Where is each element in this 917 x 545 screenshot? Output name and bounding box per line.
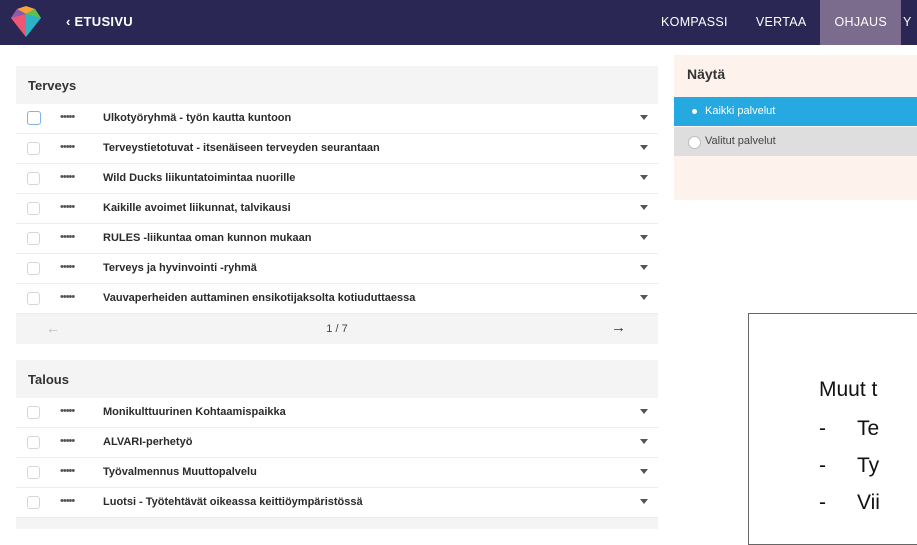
- select-checkbox[interactable]: [27, 111, 41, 125]
- option-label: Valitut palvelut: [705, 135, 776, 147]
- option-selected-services[interactable]: Valitut palvelut: [674, 127, 917, 156]
- section-title: Talous: [28, 372, 69, 387]
- service-title[interactable]: Vauvaperheiden auttaminen ensikotijaksol…: [103, 292, 415, 304]
- list-item[interactable]: ••••• Ulkotyöryhmä - työn kautta kuntoon: [16, 104, 658, 134]
- radio-selected-icon[interactable]: [692, 109, 697, 114]
- next-page-arrow-icon[interactable]: →: [611, 319, 626, 336]
- radio-unselected-icon[interactable]: [688, 136, 701, 149]
- rating-dots: •••••: [60, 231, 75, 243]
- select-checkbox[interactable]: [27, 232, 40, 245]
- top-navigation-bar: ‹ ETUSIVU KOMPASSI VERTAA OHJAUS Y: [0, 0, 917, 45]
- select-checkbox[interactable]: [27, 496, 40, 509]
- expand-caret-icon[interactable]: [640, 439, 648, 444]
- select-checkbox[interactable]: [27, 202, 40, 215]
- service-title[interactable]: Wild Ducks liikuntatoimintaa nuorille: [103, 172, 295, 184]
- list-item[interactable]: ••••• RULES -liikuntaa oman kunnon mukaa…: [16, 224, 658, 254]
- expand-caret-icon[interactable]: [640, 175, 648, 180]
- select-checkbox[interactable]: [27, 172, 40, 185]
- list-dash: -: [819, 491, 826, 514]
- expand-caret-icon[interactable]: [640, 499, 648, 504]
- service-title[interactable]: Monikulttuurinen Kohtaamispaikka: [103, 406, 286, 418]
- service-title[interactable]: Työvalmennus Muuttopalvelu: [103, 466, 257, 478]
- rating-dots: •••••: [60, 405, 75, 417]
- rating-dots: •••••: [60, 291, 75, 303]
- nav-y[interactable]: Y: [901, 0, 917, 45]
- list-item[interactable]: ••••• Luotsi - Työtehtävät oikeassa keit…: [16, 488, 658, 518]
- list-item[interactable]: ••••• Työvalmennus Muuttopalvelu: [16, 458, 658, 488]
- list-item[interactable]: ••••• Kaikille avoimet liikunnat, talvik…: [16, 194, 658, 224]
- overlay-list-item: - Te: [819, 417, 879, 441]
- select-checkbox[interactable]: [27, 436, 40, 449]
- list-item[interactable]: ••••• Terveys ja hyvinvointi -ryhmä: [16, 254, 658, 284]
- option-all-services[interactable]: Kaikki palvelut: [674, 97, 917, 126]
- service-title[interactable]: Kaikille avoimet liikunnat, talvikausi: [103, 202, 291, 214]
- overlay-list-item: - Vii: [819, 491, 880, 515]
- list-item[interactable]: ••••• ALVARI-perhetyö: [16, 428, 658, 458]
- rating-dots: •••••: [60, 111, 75, 123]
- list-item[interactable]: ••••• Wild Ducks liikuntatoimintaa nuori…: [16, 164, 658, 194]
- list-text: Ty: [857, 454, 880, 477]
- service-title[interactable]: ALVARI-perhetyö: [103, 436, 192, 448]
- rating-dots: •••••: [60, 465, 75, 477]
- expand-caret-icon[interactable]: [640, 235, 648, 240]
- service-title[interactable]: Terveystietotuvat - itsenäiseen terveyde…: [103, 142, 380, 154]
- show-filter-title: Näytä: [687, 66, 726, 82]
- rating-dots: •••••: [60, 435, 75, 447]
- service-title[interactable]: Ulkotyöryhmä - työn kautta kuntoon: [103, 112, 291, 124]
- rating-dots: •••••: [60, 201, 75, 213]
- expand-caret-icon[interactable]: [640, 409, 648, 414]
- nav-kompassi[interactable]: KOMPASSI: [647, 0, 742, 45]
- show-filter-panel: Näytä Kaikki palvelut Valitut palvelut: [674, 55, 917, 200]
- expand-caret-icon[interactable]: [640, 265, 648, 270]
- expand-caret-icon[interactable]: [640, 295, 648, 300]
- rating-dots: •••••: [60, 171, 75, 183]
- kompassi-logo-icon[interactable]: [8, 4, 44, 40]
- list-dash: -: [819, 454, 826, 477]
- nav-ohjaus[interactable]: OHJAUS: [820, 0, 901, 45]
- section-talous: Talous ••••• Monikulttuurinen Kohtaamisp…: [16, 360, 658, 529]
- rating-dots: •••••: [60, 495, 75, 507]
- expand-caret-icon[interactable]: [640, 145, 648, 150]
- rating-dots: •••••: [60, 261, 75, 273]
- overlay-list-item: - Ty: [819, 454, 879, 478]
- nav-vertaa[interactable]: VERTAA: [742, 0, 821, 45]
- pagination: ← 1 / 7 →: [16, 314, 658, 344]
- select-checkbox[interactable]: [27, 406, 40, 419]
- expand-caret-icon[interactable]: [640, 115, 648, 120]
- select-checkbox[interactable]: [27, 466, 40, 479]
- main-nav: KOMPASSI VERTAA OHJAUS Y: [647, 0, 917, 45]
- expand-caret-icon[interactable]: [640, 205, 648, 210]
- list-item[interactable]: ••••• Terveystietotuvat - itsenäiseen te…: [16, 134, 658, 164]
- overlay-text-box: Muut t - Te - Ty - Vii: [748, 313, 917, 545]
- select-checkbox[interactable]: [27, 262, 40, 275]
- list-text: Vii: [857, 491, 880, 514]
- list-text: Te: [857, 417, 880, 440]
- section-title: Terveys: [28, 78, 77, 93]
- list-dash: -: [819, 417, 826, 440]
- expand-caret-icon[interactable]: [640, 469, 648, 474]
- page-indicator: 1 / 7: [326, 323, 348, 335]
- service-title[interactable]: Luotsi - Työtehtävät oikeassa keittiöymp…: [103, 496, 363, 508]
- service-title[interactable]: Terveys ja hyvinvointi -ryhmä: [103, 262, 257, 274]
- select-checkbox[interactable]: [27, 292, 40, 305]
- section-terveys: Terveys ••••• Ulkotyöryhmä - työn kautta…: [16, 66, 658, 344]
- option-label: Kaikki palvelut: [705, 105, 776, 117]
- rating-dots: •••••: [60, 141, 75, 153]
- list-item[interactable]: ••••• Vauvaperheiden auttaminen ensikoti…: [16, 284, 658, 314]
- select-checkbox[interactable]: [27, 142, 40, 155]
- list-item[interactable]: ••••• Monikulttuurinen Kohtaamispaikka: [16, 398, 658, 428]
- service-title[interactable]: RULES -liikuntaa oman kunnon mukaan: [103, 232, 311, 244]
- overlay-title: Muut t: [819, 378, 878, 401]
- back-to-home-link[interactable]: ‹ ETUSIVU: [66, 14, 133, 29]
